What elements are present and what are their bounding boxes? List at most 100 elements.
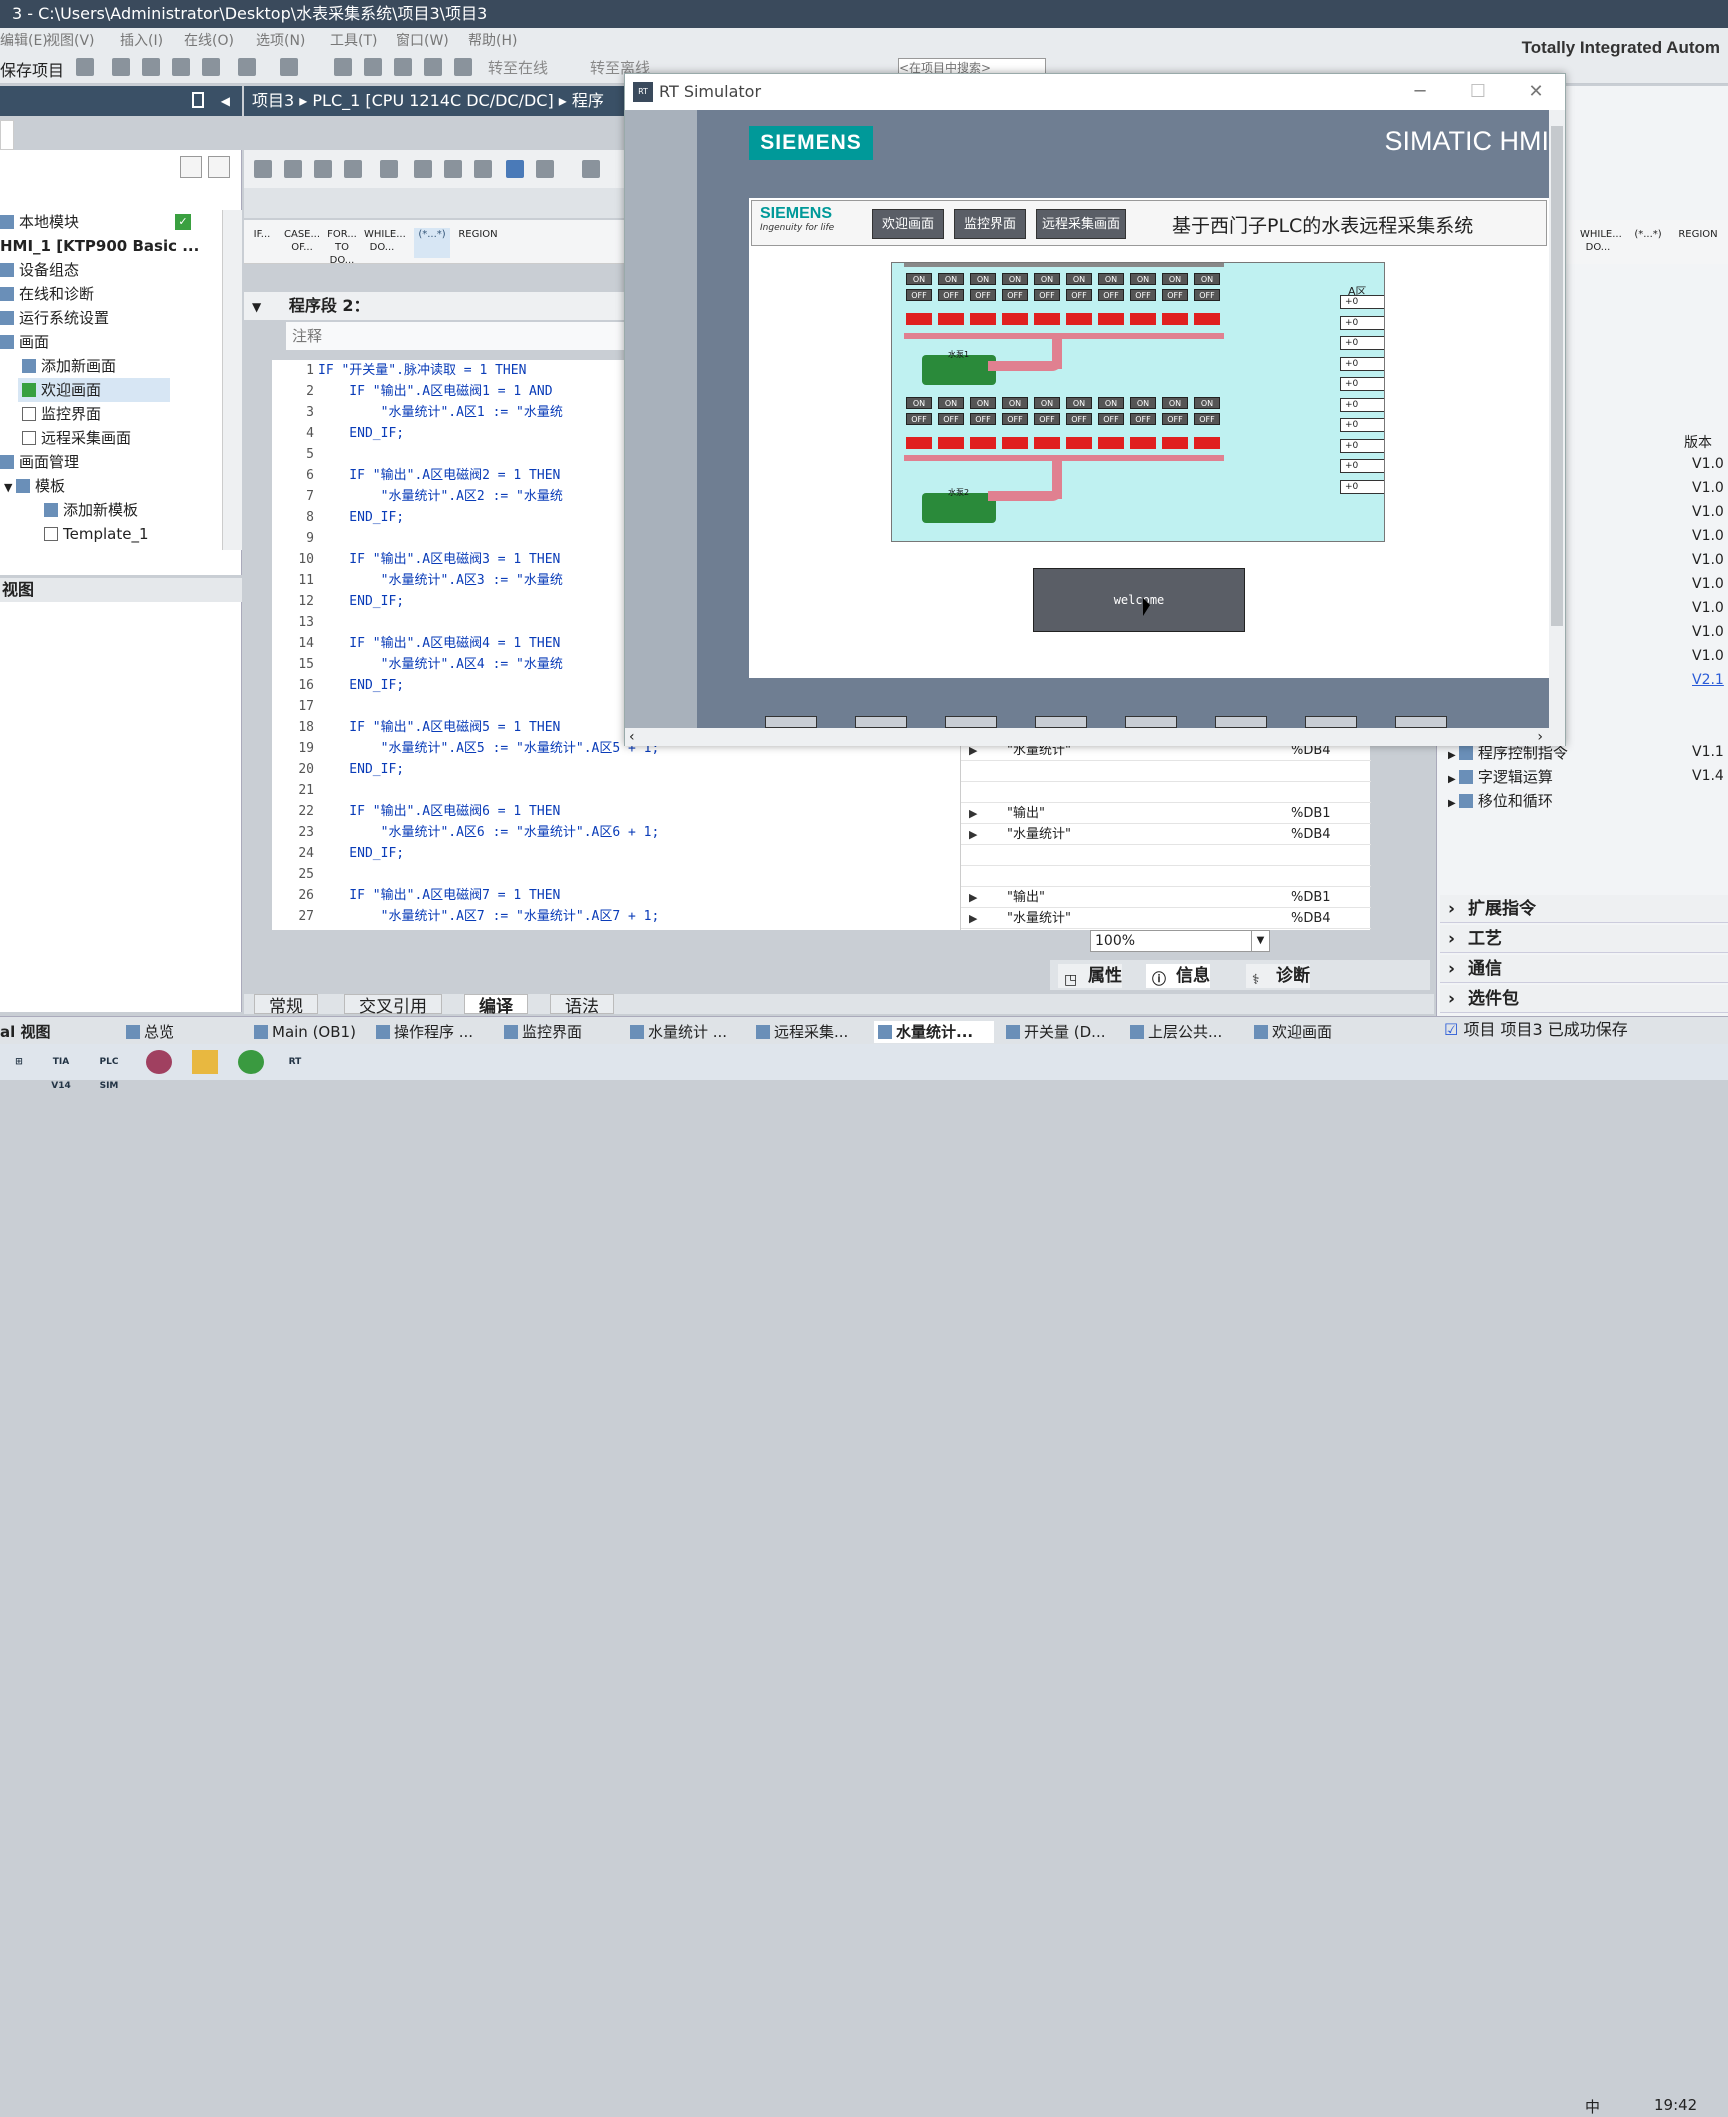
code-line[interactable]: 18 IF "输出".A区电磁阀5 = 1 THEN xyxy=(272,717,560,738)
tree-item-monitor-screen[interactable]: 监控界面 xyxy=(22,402,101,426)
tab-info[interactable]: ⓘ 信息 xyxy=(1146,964,1210,988)
code-line[interactable]: 4 END_IF; xyxy=(272,423,404,444)
function-key[interactable] xyxy=(855,716,907,728)
tree-item-local-modules[interactable]: 本地模块 ✓ xyxy=(0,210,222,234)
copy-icon[interactable] xyxy=(142,58,160,76)
editor-tool-icon[interactable] xyxy=(344,160,362,178)
editor-tab[interactable]: 上层公共... xyxy=(1126,1021,1242,1043)
function-key[interactable] xyxy=(1305,716,1357,728)
editor-tab[interactable]: 开关量 (D... xyxy=(1002,1021,1118,1043)
menu-view[interactable]: 视图(V) xyxy=(46,30,95,50)
kw-if[interactable]: IF... xyxy=(244,228,280,258)
code-line[interactable]: 10 IF "输出".A区电磁阀3 = 1 THEN xyxy=(272,549,560,570)
kw-region[interactable]: REGION xyxy=(1676,228,1720,258)
tab-diagnostics[interactable]: ⚕ 诊断 xyxy=(1246,964,1310,988)
tree-item-runtime-settings[interactable]: 运行系统设置 xyxy=(0,306,109,330)
code-line[interactable]: 9 xyxy=(272,528,318,549)
kw-while[interactable]: WHILE... DO... xyxy=(364,228,406,258)
tree-item-hmi[interactable]: HMI_1 [KTP900 Basic ... xyxy=(0,234,199,258)
tree-item-remote-screen[interactable]: 远程采集画面 xyxy=(22,426,131,450)
arrow-right-icon[interactable]: › xyxy=(1537,728,1543,746)
wincc-rt-icon[interactable]: RT xyxy=(282,1050,308,1074)
editor-tool-icon[interactable] xyxy=(284,160,302,178)
tree-item-device-config[interactable]: 设备组态 xyxy=(0,258,79,282)
compile-icon[interactable] xyxy=(334,58,352,76)
code-line[interactable]: 6 IF "输出".A区电磁阀2 = 1 THEN xyxy=(272,465,560,486)
code-line[interactable]: 25 xyxy=(272,864,318,885)
tree-item-add-template[interactable]: 添加新模板 xyxy=(44,498,138,522)
expand-icon[interactable]: ▶ xyxy=(969,824,977,845)
menu-window[interactable]: 窗口(W) xyxy=(396,30,449,50)
tree-tab[interactable] xyxy=(0,120,14,150)
minimize-button[interactable]: ─ xyxy=(1405,78,1435,106)
code-line[interactable]: 21 xyxy=(272,780,318,801)
variable-row[interactable]: ▶ "水量统计" %DB4 xyxy=(961,908,1371,929)
tree-item-welcome-screen[interactable]: 欢迎画面 xyxy=(18,378,170,402)
editor-tab[interactable]: 监控界面 xyxy=(500,1021,618,1043)
comment-toggle-icon[interactable] xyxy=(506,160,524,178)
expand-icon[interactable]: ▶ xyxy=(969,887,977,908)
kw-region[interactable]: REGION xyxy=(456,228,500,258)
save-project-button[interactable]: 保存项目 xyxy=(0,57,64,81)
arrow-left-icon[interactable]: ‹ xyxy=(629,729,635,745)
close-button[interactable]: ✕ xyxy=(1521,78,1551,106)
code-line[interactable]: 1 IF "开关量".脉冲读取 = 1 THEN xyxy=(272,360,526,381)
variable-row[interactable]: ▶ "输出" %DB1 xyxy=(961,803,1371,824)
code-line[interactable]: 22 IF "输出".A区电磁阀6 = 1 THEN xyxy=(272,801,560,822)
tree-item-screens[interactable]: 画面 xyxy=(0,330,49,354)
tree-item-templates[interactable]: ▼ 模板 xyxy=(4,474,65,498)
function-key[interactable] xyxy=(765,716,817,728)
instr-shift-rotate[interactable]: ▶ 移位和循环 xyxy=(1448,790,1553,811)
editor-tab[interactable]: Main (OB1) xyxy=(250,1021,362,1043)
code-line[interactable]: 17 xyxy=(272,696,318,717)
code-line[interactable]: 15 "水量统计".A区4 := "水量统 xyxy=(272,654,563,675)
code-line[interactable]: 5 xyxy=(272,444,318,465)
kw-for[interactable]: FOR... TO DO... xyxy=(324,228,360,266)
chevron-down-icon[interactable]: ▼ xyxy=(1251,931,1269,951)
upload-icon[interactable] xyxy=(394,58,412,76)
variable-row[interactable] xyxy=(961,782,1371,803)
function-key[interactable] xyxy=(1395,716,1447,728)
editor-tab[interactable]: 欢迎画面 xyxy=(1250,1021,1382,1043)
go-online-button[interactable]: 转至在线 xyxy=(488,57,548,78)
code-line[interactable]: 27 "水量统计".A区7 := "水量统计".A区7 + 1; xyxy=(272,906,659,927)
variable-row[interactable] xyxy=(961,761,1371,782)
tree-options-icon[interactable] xyxy=(208,156,230,178)
editor-tool-icon[interactable] xyxy=(380,160,398,178)
code-line[interactable]: 13 xyxy=(272,612,318,633)
collapse-panel-icon[interactable] xyxy=(192,92,204,108)
tia-portal-icon[interactable]: TIA V14 xyxy=(48,1050,74,1091)
menu-edit[interactable]: 编辑(E) xyxy=(0,30,48,50)
ime-indicator[interactable]: 中 xyxy=(1585,2096,1600,2117)
function-key[interactable] xyxy=(1215,716,1267,728)
download-icon[interactable] xyxy=(364,58,382,76)
cut-icon[interactable] xyxy=(112,58,130,76)
print-icon[interactable] xyxy=(76,58,94,76)
menu-insert[interactable]: 插入(I) xyxy=(120,30,163,50)
instr-word-logic[interactable]: ▶ 字逻辑运算 xyxy=(1448,766,1553,787)
section-communication[interactable]: › 通信 xyxy=(1440,955,1728,983)
kw-while[interactable]: WHILE... DO... xyxy=(1580,228,1622,258)
code-line[interactable]: 3 "水量统计".A区1 := "水量统 xyxy=(272,402,563,423)
portal-view-button[interactable]: al 视图 xyxy=(0,1021,51,1043)
folder-icon[interactable] xyxy=(192,1050,218,1074)
variable-row[interactable]: ▶ "水量统计" %DB4 xyxy=(961,824,1371,845)
nav-monitor-button[interactable]: 监控界面 xyxy=(954,209,1026,239)
section-technology[interactable]: › 工艺 xyxy=(1440,925,1728,953)
tab-compile[interactable]: 编译 xyxy=(464,994,528,1017)
editor-tab[interactable]: 水量统计... xyxy=(874,1021,994,1043)
tree-view-icon[interactable] xyxy=(180,156,202,178)
variable-row[interactable]: ▶ "输出" %DB1 xyxy=(961,887,1371,908)
variable-row[interactable] xyxy=(961,866,1371,887)
editor-tab[interactable]: 水量统计 ... xyxy=(626,1021,744,1043)
editor-tool-icon[interactable] xyxy=(474,160,492,178)
code-line[interactable]: 20 END_IF; xyxy=(272,759,404,780)
editor-tab[interactable]: 操作程序 ... xyxy=(372,1021,492,1043)
variable-row[interactable] xyxy=(961,845,1371,866)
menu-online[interactable]: 在线(O) xyxy=(184,30,234,50)
tab-syntax[interactable]: 语法 xyxy=(550,994,614,1017)
expand-icon[interactable]: ▶ xyxy=(969,803,977,824)
menu-tools[interactable]: 工具(T) xyxy=(330,30,377,50)
kw-case[interactable]: CASE... OF... xyxy=(284,228,320,258)
segment-comment[interactable]: 注释 xyxy=(286,322,624,350)
